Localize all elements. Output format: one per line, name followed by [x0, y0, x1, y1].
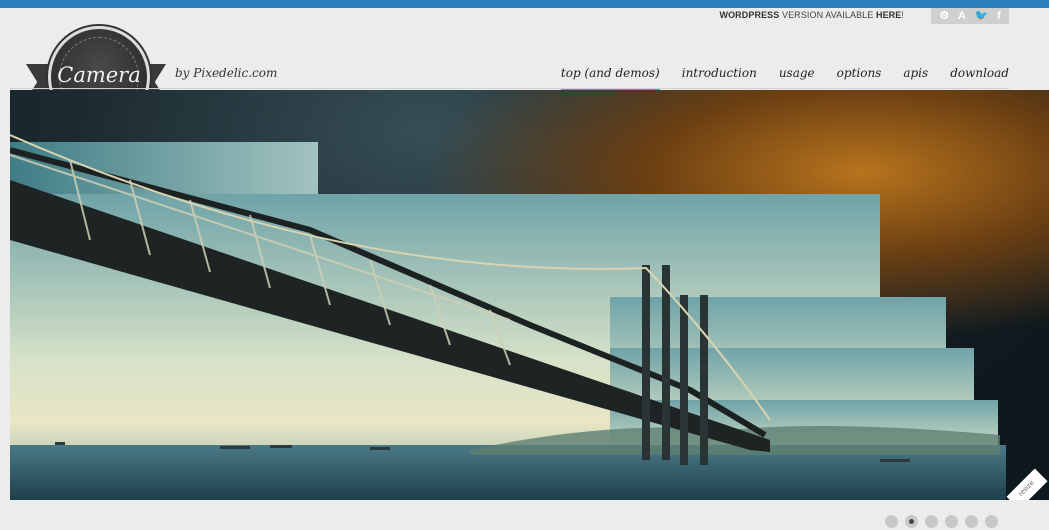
- page-frame: WORDPRESS VERSION AVAILABLE HERE! ⚙ A 🐦 …: [0, 8, 1049, 530]
- logo-text: Camera: [57, 63, 141, 87]
- image-slider[interactable]: resize: [10, 90, 1049, 500]
- twitter-icon[interactable]: 🐦: [975, 8, 989, 24]
- slider-pager: [885, 515, 998, 528]
- nav-item-options[interactable]: options: [815, 66, 882, 80]
- pager-dot[interactable]: [985, 515, 998, 528]
- main-nav: top (and demos) introduction usage optio…: [539, 66, 1009, 91]
- wordpress-notice[interactable]: WORDPRESS VERSION AVAILABLE HERE!: [719, 10, 904, 20]
- nav-item-top[interactable]: top (and demos): [539, 66, 660, 91]
- pager-dot[interactable]: [925, 515, 938, 528]
- pager-dot[interactable]: [945, 515, 958, 528]
- nav-item-introduction[interactable]: introduction: [660, 66, 757, 80]
- byline-link[interactable]: by Pixedelic.com: [175, 66, 277, 80]
- pager-dot[interactable]: [885, 515, 898, 528]
- nav-item-usage[interactable]: usage: [757, 66, 815, 80]
- header-divider: [10, 88, 1009, 89]
- dribbble-icon[interactable]: ⚙: [939, 8, 949, 24]
- nav-item-download[interactable]: download: [928, 66, 1009, 80]
- nav-item-apis[interactable]: apis: [881, 66, 928, 80]
- facebook-icon[interactable]: f: [997, 8, 1001, 24]
- forrst-icon[interactable]: A: [958, 8, 966, 24]
- social-links: ⚙ A 🐦 f: [931, 8, 1009, 24]
- bridge-slide-image: [10, 134, 1006, 500]
- pager-dot[interactable]: [965, 515, 978, 528]
- pager-dot-active[interactable]: [905, 515, 918, 528]
